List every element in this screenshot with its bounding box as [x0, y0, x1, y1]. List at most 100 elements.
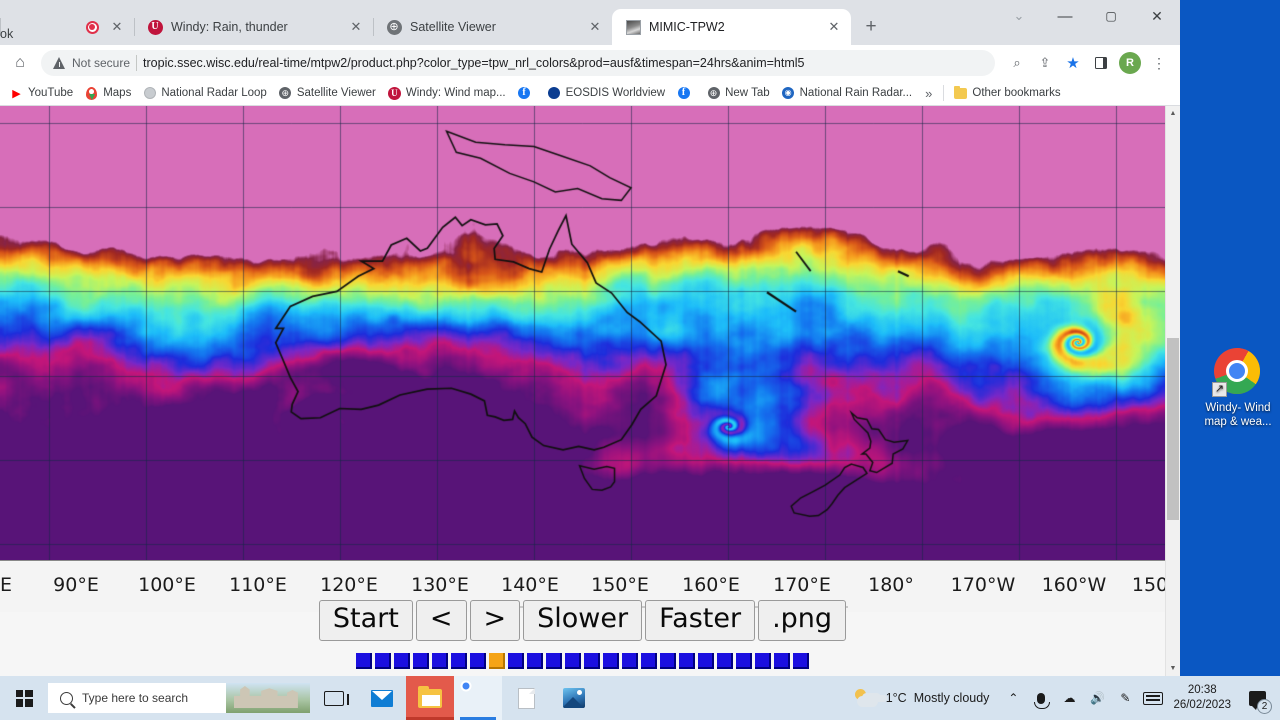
- desktop-shortcut-windy[interactable]: ↗ Windy- Wind map & wea...: [1196, 348, 1280, 429]
- photos-app-button[interactable]: [550, 676, 598, 720]
- zoom-icon[interactable]: ⌕: [1004, 50, 1030, 76]
- notepad-app-button[interactable]: [502, 676, 550, 720]
- faster-button[interactable]: Faster: [645, 600, 756, 641]
- profile-avatar[interactable]: R: [1119, 52, 1141, 74]
- mail-app-button[interactable]: [358, 676, 406, 720]
- frame-indicator[interactable]: [432, 653, 448, 669]
- frame-indicator[interactable]: [546, 653, 562, 669]
- file-explorer-app-button[interactable]: [406, 676, 454, 720]
- page-scrollbar[interactable]: ▲ ▼: [1165, 106, 1180, 676]
- frame-indicator[interactable]: [717, 653, 733, 669]
- bookmark-facebook-2[interactable]: f: [671, 85, 701, 102]
- bookmarks-overflow-button[interactable]: »: [918, 86, 939, 101]
- browser-tab-0[interactable]: ok ✕: [0, 9, 134, 45]
- tab-search-chevron-icon[interactable]: ⌄: [996, 0, 1042, 32]
- bookmark-satellite-viewer[interactable]: ⊕ Satellite Viewer: [273, 85, 382, 102]
- url-text[interactable]: tropic.ssec.wisc.edu/real-time/mtpw2/pro…: [143, 56, 983, 70]
- chrome-menu-icon[interactable]: ⋮: [1146, 50, 1172, 76]
- taskbar-clock[interactable]: 20:38 26/02/2023: [1167, 683, 1240, 713]
- browser-tab-satellite-viewer[interactable]: ⊕ Satellite Viewer ✕: [373, 9, 612, 45]
- bookmark-label: EOSDIS Worldview: [565, 87, 666, 99]
- bookmark-eosdis-worldview[interactable]: EOSDIS Worldview: [542, 85, 671, 102]
- new-tab-button[interactable]: +: [857, 13, 885, 41]
- browser-tab-mimic-tpw2[interactable]: MIMIC-TPW2 ✕: [612, 9, 851, 45]
- facebook-icon: f: [677, 87, 690, 100]
- globe-icon: ⊕: [386, 19, 402, 35]
- bookmark-national-radar-loop[interactable]: National Radar Loop: [137, 85, 273, 102]
- frame-indicator[interactable]: [774, 653, 790, 669]
- home-icon[interactable]: ⌂: [6, 49, 34, 77]
- slower-button[interactable]: Slower: [523, 600, 643, 641]
- frame-indicator[interactable]: [356, 653, 372, 669]
- tab-3-close-icon[interactable]: ✕: [825, 18, 843, 36]
- onedrive-icon[interactable]: ☁: [1055, 676, 1083, 720]
- frame-indicator[interactable]: [755, 653, 771, 669]
- weather-widget[interactable]: 1°C Mostly cloudy: [850, 688, 1000, 708]
- notification-center-button[interactable]: 2: [1240, 676, 1274, 720]
- frame-indicator[interactable]: [584, 653, 600, 669]
- bookmark-national-rain-radar[interactable]: ◉ National Rain Radar...: [776, 85, 919, 102]
- address-bar[interactable]: Not secure tropic.ssec.wisc.edu/real-tim…: [41, 50, 995, 76]
- bookmark-youtube[interactable]: ▶ YouTube: [4, 85, 79, 102]
- next-frame-button[interactable]: >: [469, 600, 521, 641]
- bookmark-star-icon[interactable]: ★: [1060, 50, 1086, 76]
- bookmark-facebook-1[interactable]: f: [512, 85, 542, 102]
- frame-indicator[interactable]: [394, 653, 410, 669]
- tab-2-close-icon[interactable]: ✕: [586, 18, 604, 36]
- tray-expand-chevron-icon[interactable]: ⌃: [999, 676, 1027, 720]
- keyboard-icon[interactable]: [1139, 676, 1167, 720]
- longitude-label: 150°E: [591, 574, 649, 596]
- scrollbar-thumb[interactable]: [1167, 338, 1179, 520]
- start-button[interactable]: Start: [318, 600, 413, 641]
- volume-icon[interactable]: 🔊: [1083, 676, 1111, 720]
- side-panel-icon[interactable]: [1088, 50, 1114, 76]
- pen-icon[interactable]: ✎: [1111, 676, 1139, 720]
- tpw-map-image[interactable]: [0, 106, 1165, 561]
- frame-indicator[interactable]: [698, 653, 714, 669]
- frame-indicator[interactable]: [527, 653, 543, 669]
- frame-indicator[interactable]: [660, 653, 676, 669]
- frame-indicator[interactable]: [793, 653, 809, 669]
- bookmark-maps[interactable]: Maps: [79, 85, 137, 102]
- chrome-app-button[interactable]: [454, 676, 502, 720]
- minimize-button[interactable]: —: [1042, 0, 1088, 32]
- scrollbar-down-arrow-icon[interactable]: ▼: [1166, 661, 1180, 676]
- frame-indicator[interactable]: [736, 653, 752, 669]
- windy-icon: U: [147, 19, 163, 35]
- frame-indicator[interactable]: [375, 653, 391, 669]
- tab-1-close-icon[interactable]: ✕: [347, 18, 365, 36]
- bookmark-windy-wind-map[interactable]: U Windy: Wind map...: [382, 85, 512, 102]
- maximize-button[interactable]: ▢: [1088, 0, 1134, 32]
- desktop-shortcut-label-line1: Windy- Wind: [1205, 402, 1271, 414]
- taskbar-search-box[interactable]: Type here to search: [48, 683, 310, 713]
- frame-indicator[interactable]: [508, 653, 524, 669]
- frame-indicator[interactable]: [603, 653, 619, 669]
- start-button[interactable]: [0, 676, 48, 720]
- bookmark-label: YouTube: [28, 87, 74, 99]
- frame-indicator[interactable]: [641, 653, 657, 669]
- bookmark-label: Maps: [103, 87, 132, 99]
- bookmark-new-tab[interactable]: ⊕ New Tab: [701, 85, 776, 102]
- scrollbar-up-arrow-icon[interactable]: ▲: [1166, 106, 1180, 121]
- close-window-button[interactable]: ✕: [1134, 0, 1180, 32]
- browser-tab-windy[interactable]: U Windy: Rain, thunder ✕: [134, 9, 373, 45]
- longitude-label: E: [0, 574, 13, 596]
- tab-0-close-icon[interactable]: ✕: [108, 18, 126, 36]
- frame-indicator[interactable]: [470, 653, 486, 669]
- frame-indicator[interactable]: [622, 653, 638, 669]
- png-button[interactable]: .png: [758, 600, 847, 641]
- task-view-button[interactable]: [310, 676, 358, 720]
- frame-indicator[interactable]: [413, 653, 429, 669]
- microphone-icon[interactable]: [1027, 676, 1055, 720]
- frame-indicator[interactable]: [489, 653, 505, 669]
- windows-taskbar: Type here to search 1°C Mostly cloudy ⌃ …: [0, 676, 1280, 720]
- bookmark-label: Windy: Wind map...: [405, 87, 506, 99]
- frame-indicator[interactable]: [679, 653, 695, 669]
- frame-indicator[interactable]: [565, 653, 581, 669]
- longitude-label: 90°E: [53, 574, 99, 596]
- tpw-map-canvas[interactable]: [0, 106, 1165, 560]
- previous-frame-button[interactable]: <: [415, 600, 467, 641]
- share-icon[interactable]: ⇪: [1032, 50, 1058, 76]
- frame-indicator[interactable]: [451, 653, 467, 669]
- other-bookmarks-folder[interactable]: Other bookmarks: [948, 85, 1066, 102]
